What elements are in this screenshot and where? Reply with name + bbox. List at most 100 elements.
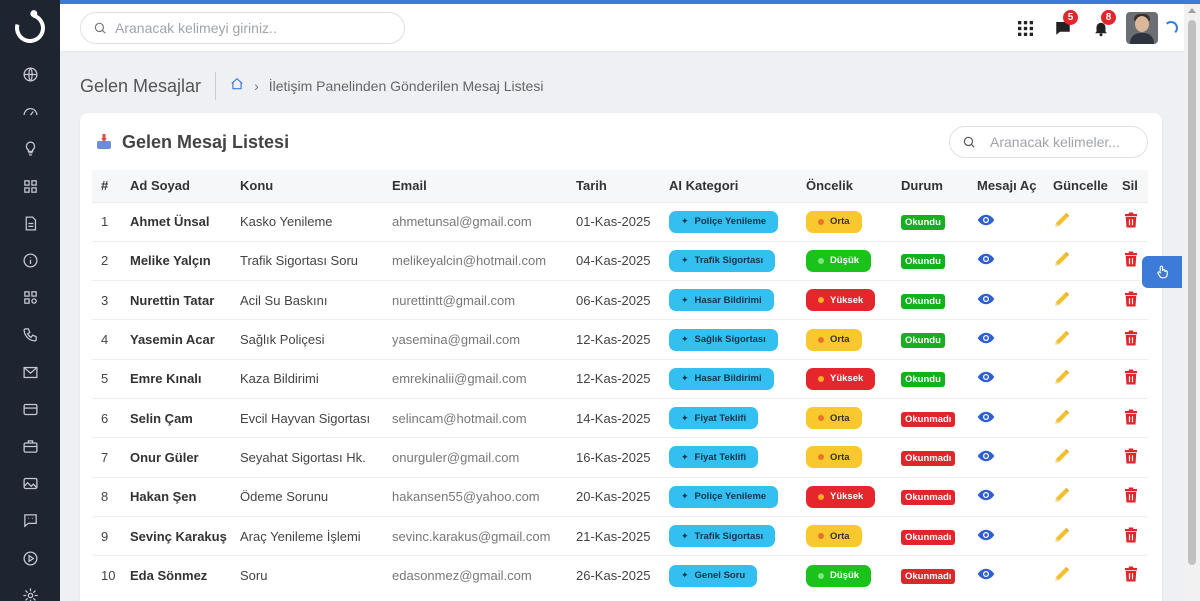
row-date: 12-Kas-2025 [567, 319, 660, 360]
scroll-up-arrow-icon[interactable] [1188, 8, 1196, 13]
app-logo[interactable] [0, 0, 60, 56]
delete-message-button[interactable] [1113, 201, 1148, 242]
open-message-button[interactable] [968, 280, 1044, 320]
edit-message-button[interactable] [1044, 319, 1113, 360]
row-category-cell: ✦ Hasar Bildirimi [660, 358, 797, 399]
sparkle-icon: ✦ [681, 334, 689, 345]
priority-badge: Yüksek [806, 367, 876, 390]
apps-menu-button[interactable] [1006, 4, 1044, 52]
eye-icon [977, 254, 995, 265]
sparkle-icon: ✦ [681, 294, 689, 305]
table-row[interactable]: 1 Ahmet Ünsal Kasko Yenileme ahmetunsal@gma… [92, 201, 1148, 242]
row-name: Eda Sönmez [121, 555, 231, 595]
home-icon [231, 77, 243, 89]
edit-message-button[interactable] [1044, 201, 1113, 242]
page-header: Gelen Mesajlar › İletişim Panelinden Gön… [80, 70, 543, 102]
sidebar-item-media[interactable] [0, 539, 60, 576]
row-date: 01-Kas-2025 [567, 201, 660, 242]
table-row[interactable]: 2 Melike Yalçın Trafik Sigortası Soru melik… [92, 240, 1148, 281]
priority-label: Orta [830, 412, 850, 424]
eye-icon [977, 411, 995, 422]
sidebar-item-grid[interactable] [0, 168, 60, 205]
row-subject: Kasko Yenileme [231, 201, 383, 242]
row-email: sevinc.karakus@gmail.com [383, 515, 567, 556]
delete-message-button[interactable] [1113, 437, 1148, 478]
edit-message-button[interactable] [1044, 437, 1113, 478]
edit-message-button[interactable] [1044, 515, 1113, 556]
category-label: Fiyat Teklifi [694, 412, 747, 424]
edit-message-button[interactable] [1044, 555, 1113, 595]
row-email: nurettintt@gmail.com [383, 280, 567, 320]
delete-message-button[interactable] [1113, 476, 1148, 517]
sidebar-item-phone[interactable] [0, 316, 60, 353]
sidebar-item-settings[interactable] [0, 577, 60, 601]
sidebar-item-chat[interactable] [0, 502, 60, 539]
open-message-button[interactable] [968, 476, 1044, 517]
table-row[interactable]: 6 Selin Çam Evcil Hayvan Sigortası selincam… [92, 397, 1148, 438]
open-message-button[interactable] [968, 319, 1044, 360]
table-row[interactable]: 10 Eda Sönmez Soru edasonmez@gmail.com 26-Ka… [92, 555, 1148, 595]
row-email: selincam@hotmail.com [383, 397, 567, 438]
table-row[interactable]: 5 Emre Kınalı Kaza Bildirimi emrekinalii@gm… [92, 358, 1148, 399]
notifications-button[interactable]: 8 [1082, 4, 1120, 52]
sidebar-item-apps[interactable] [0, 279, 60, 316]
sidebar-item-briefcase[interactable] [0, 428, 60, 465]
table-row[interactable]: 9 Sevinç Karakuş Araç Yenileme İşlemi sevin… [92, 515, 1148, 556]
chat-icon [23, 514, 37, 528]
messages-button[interactable]: 5 [1044, 4, 1082, 52]
sidebar-item-gallery[interactable] [0, 465, 60, 502]
delete-message-button[interactable] [1113, 397, 1148, 438]
priority-badge: Orta [806, 407, 862, 430]
open-message-button[interactable] [968, 515, 1044, 556]
open-message-button[interactable] [968, 358, 1044, 399]
row-priority-cell: Orta [797, 201, 892, 242]
table-row[interactable]: 8 Hakan Şen Ödeme Sorunu hakansen55@yahoo.c… [92, 476, 1148, 517]
eye-icon [977, 568, 995, 580]
messages-badge: 5 [1063, 10, 1078, 25]
breadcrumb-home[interactable] [230, 77, 244, 96]
delete-message-button[interactable] [1113, 319, 1148, 360]
delete-message-button[interactable] [1113, 280, 1148, 320]
open-message-button[interactable] [968, 397, 1044, 438]
table-row[interactable]: 4 Yasemin Acar Sağlık Poliçesi yasemina@gma… [92, 319, 1148, 360]
delete-message-button[interactable] [1113, 515, 1148, 556]
sidebar-item-ideas[interactable] [0, 130, 60, 167]
global-search[interactable] [80, 12, 405, 44]
sidebar-item-payments[interactable] [0, 391, 60, 428]
priority-label: Orta [830, 530, 850, 542]
sidebar-item-info[interactable] [0, 242, 60, 279]
sidebar-item-documents[interactable] [0, 205, 60, 242]
scroll-thumb[interactable] [1188, 20, 1196, 565]
sidebar-item-dashboard[interactable] [0, 93, 60, 130]
edit-message-button[interactable] [1044, 397, 1113, 438]
delete-message-button[interactable] [1113, 358, 1148, 399]
edit-message-button[interactable] [1044, 476, 1113, 517]
table-row[interactable]: 7 Onur Güler Seyahat Sigortası Hk. onurgule… [92, 437, 1148, 478]
user-avatar[interactable] [1126, 12, 1158, 44]
edit-message-button[interactable] [1044, 358, 1113, 399]
global-search-input[interactable] [115, 20, 395, 36]
row-status-cell: Okunmadı [892, 397, 968, 438]
table-search-input[interactable] [990, 134, 1140, 150]
open-message-button[interactable] [968, 555, 1044, 595]
open-message-button[interactable] [968, 201, 1044, 242]
phone-icon [22, 328, 37, 342]
edit-message-button[interactable] [1044, 240, 1113, 281]
table-search[interactable] [949, 126, 1148, 158]
edit-message-button[interactable] [1044, 280, 1113, 320]
priority-label: Düşük [830, 570, 860, 582]
category-badge: ✦ Fiyat Teklifi [669, 407, 759, 430]
play-icon [22, 551, 38, 566]
sidebar-item-mail[interactable] [0, 354, 60, 391]
trash-icon [1125, 566, 1137, 582]
open-message-button[interactable] [968, 240, 1044, 281]
row-category-cell: ✦ Trafik Sigortası [660, 515, 797, 556]
row-category-cell: ✦ Trafik Sigortası [660, 240, 797, 281]
sidebar-item-globe[interactable] [0, 56, 60, 93]
delete-message-button[interactable] [1113, 555, 1148, 595]
open-message-button[interactable] [968, 437, 1044, 478]
page-scrollbar[interactable] [1184, 4, 1200, 601]
table-row[interactable]: 3 Nurettin Tatar Acil Su Baskını nurettintt… [92, 280, 1148, 320]
row-priority-cell: Yüksek [797, 358, 892, 399]
accessibility-button[interactable] [1142, 256, 1182, 288]
